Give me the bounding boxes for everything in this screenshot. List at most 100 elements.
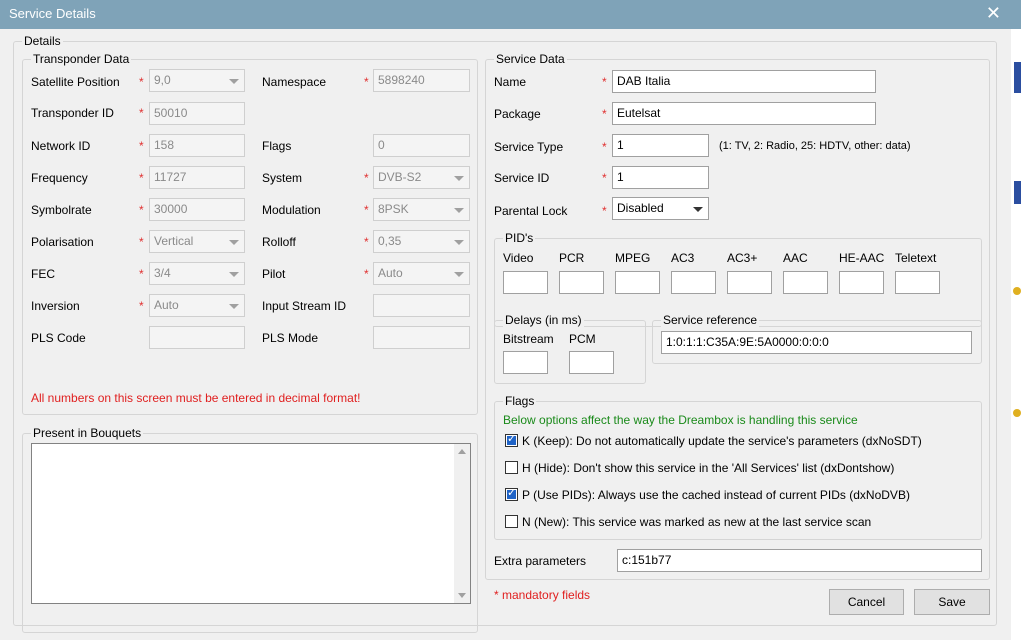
name-input[interactable]: DAB Italia	[612, 70, 876, 93]
pls-code-input[interactable]	[149, 326, 245, 349]
flag-keep-label: K (Keep): Do not automatically update th…	[522, 434, 922, 448]
decimal-format-warning: All numbers on this screen must be enter…	[31, 391, 361, 405]
mandatory-fields-note: * mandatory fields	[494, 588, 591, 602]
title-bar: Service Details ✕	[0, 0, 1021, 29]
pid-aac-label: AAC	[783, 251, 808, 265]
save-button[interactable]: Save	[914, 589, 990, 615]
background-marker	[1014, 62, 1021, 93]
frequency-label: Frequency	[31, 171, 88, 185]
mandatory-star: *	[602, 140, 607, 154]
inversion-select[interactable]: Auto	[149, 294, 245, 317]
close-icon[interactable]: ✕	[986, 3, 1001, 24]
symbolrate-input[interactable]: 30000	[149, 198, 245, 221]
package-input[interactable]: Eutelsat	[612, 102, 876, 125]
background-status-icon	[1013, 409, 1021, 417]
bouquets-legend: Present in Bouquets	[31, 426, 144, 440]
mandatory-star: *	[139, 171, 144, 185]
pls-mode-input[interactable]	[373, 326, 470, 349]
delay-bitstream-label: Bitstream	[503, 332, 554, 346]
scroll-down-icon[interactable]	[458, 593, 466, 598]
name-label: Name	[494, 75, 527, 89]
flag-hide-checkbox[interactable]	[505, 461, 518, 474]
flag-new-checkbox[interactable]	[505, 515, 518, 528]
pid-pcr-label: PCR	[559, 251, 585, 265]
flag-new-label: N (New): This service was marked as new …	[522, 515, 872, 529]
flags-input[interactable]: 0	[373, 134, 470, 157]
dialog-client: Details Transponder Data Satellite Posit…	[0, 29, 1011, 640]
delay-pcm-input[interactable]	[569, 351, 614, 374]
mandatory-star: *	[602, 75, 607, 89]
pid-video-input[interactable]	[503, 271, 548, 294]
extra-parameters-input[interactable]: c:151b77	[617, 549, 982, 572]
system-label: System	[262, 171, 303, 185]
polarisation-select[interactable]: Vertical	[149, 230, 245, 253]
transponder-id-input[interactable]: 50010	[149, 102, 245, 125]
chevron-down-icon	[454, 240, 464, 245]
parental-lock-label: Parental Lock	[494, 204, 568, 218]
pilot-select[interactable]: Auto	[373, 262, 470, 285]
system-select[interactable]: DVB-S2	[373, 166, 470, 189]
service-id-input[interactable]: 1	[612, 166, 709, 189]
flags-legend: Flags	[503, 394, 537, 408]
mandatory-star: *	[139, 75, 144, 89]
network-id-input[interactable]: 158	[149, 134, 245, 157]
pid-he-aac-input[interactable]	[839, 271, 884, 294]
bouquets-list[interactable]	[31, 443, 471, 604]
mandatory-star: *	[139, 235, 144, 249]
rolloff-label: Rolloff	[262, 235, 296, 249]
pid-mpeg-input[interactable]	[615, 271, 660, 294]
network-id-label: Network ID	[31, 139, 91, 153]
details-legend: Details	[22, 34, 63, 48]
package-label: Package	[494, 107, 541, 121]
chevron-down-icon	[454, 208, 464, 213]
namespace-input[interactable]: 5898240	[373, 69, 470, 92]
mandatory-star: *	[139, 106, 144, 120]
pid-pcr-input[interactable]	[559, 271, 604, 294]
parental-lock-select[interactable]: Disabled	[612, 197, 709, 220]
pid-ac3plus-input[interactable]	[727, 271, 772, 294]
symbolrate-label: Symbolrate	[31, 203, 92, 217]
bouquets-scrollbar[interactable]	[454, 444, 470, 603]
pid-he-aac-label: HE-AAC	[839, 251, 885, 265]
transponder-id-label: Transponder ID	[31, 106, 114, 120]
frequency-input[interactable]: 11727	[149, 166, 245, 189]
rolloff-select[interactable]: 0,35	[373, 230, 470, 253]
chevron-down-icon	[229, 240, 239, 245]
service-data-legend: Service Data	[494, 52, 567, 66]
scroll-up-icon[interactable]	[458, 449, 466, 454]
modulation-select[interactable]: 8PSK	[373, 198, 470, 221]
input-stream-id-input[interactable]	[373, 294, 470, 317]
fec-label: FEC	[31, 267, 55, 281]
service-reference-input[interactable]: 1:0:1:1:C35A:9E:5A0000:0:0:0	[661, 331, 972, 354]
pls-mode-label: PLS Mode	[262, 331, 319, 345]
mandatory-star: *	[139, 139, 144, 153]
flag-use-pids-checkbox[interactable]	[505, 486, 518, 501]
flags-note: Below options affect the way the Dreambo…	[503, 413, 858, 427]
window-title: Service Details	[9, 6, 96, 21]
background-status-icon	[1013, 287, 1021, 295]
namespace-label: Namespace	[262, 75, 327, 89]
modulation-label: Modulation	[262, 203, 321, 217]
flag-keep-checkbox[interactable]	[505, 432, 518, 447]
delay-bitstream-input[interactable]	[503, 351, 548, 374]
mandatory-star: *	[364, 235, 369, 249]
mandatory-star: *	[364, 171, 369, 185]
extra-parameters-label: Extra parameters	[494, 554, 587, 568]
pid-aac-input[interactable]	[783, 271, 828, 294]
chevron-down-icon	[229, 304, 239, 309]
cancel-button[interactable]: Cancel	[829, 589, 904, 615]
pid-video-label: Video	[503, 251, 534, 265]
fec-select[interactable]: 3/4	[149, 262, 245, 285]
pls-code-label: PLS Code	[31, 331, 86, 345]
mandatory-star: *	[602, 204, 607, 218]
mandatory-star: *	[139, 267, 144, 281]
chevron-down-icon	[693, 207, 703, 212]
mandatory-star: *	[364, 203, 369, 217]
flag-use-pids-label: P (Use PIDs): Always use the cached inst…	[522, 488, 910, 502]
pid-ac3-input[interactable]	[671, 271, 716, 294]
pid-teletext-input[interactable]	[895, 271, 940, 294]
satellite-position-select[interactable]: 9,0	[149, 69, 245, 92]
inversion-label: Inversion	[31, 299, 80, 313]
service-type-input[interactable]: 1	[612, 134, 709, 157]
service-type-label: Service Type	[494, 140, 564, 154]
